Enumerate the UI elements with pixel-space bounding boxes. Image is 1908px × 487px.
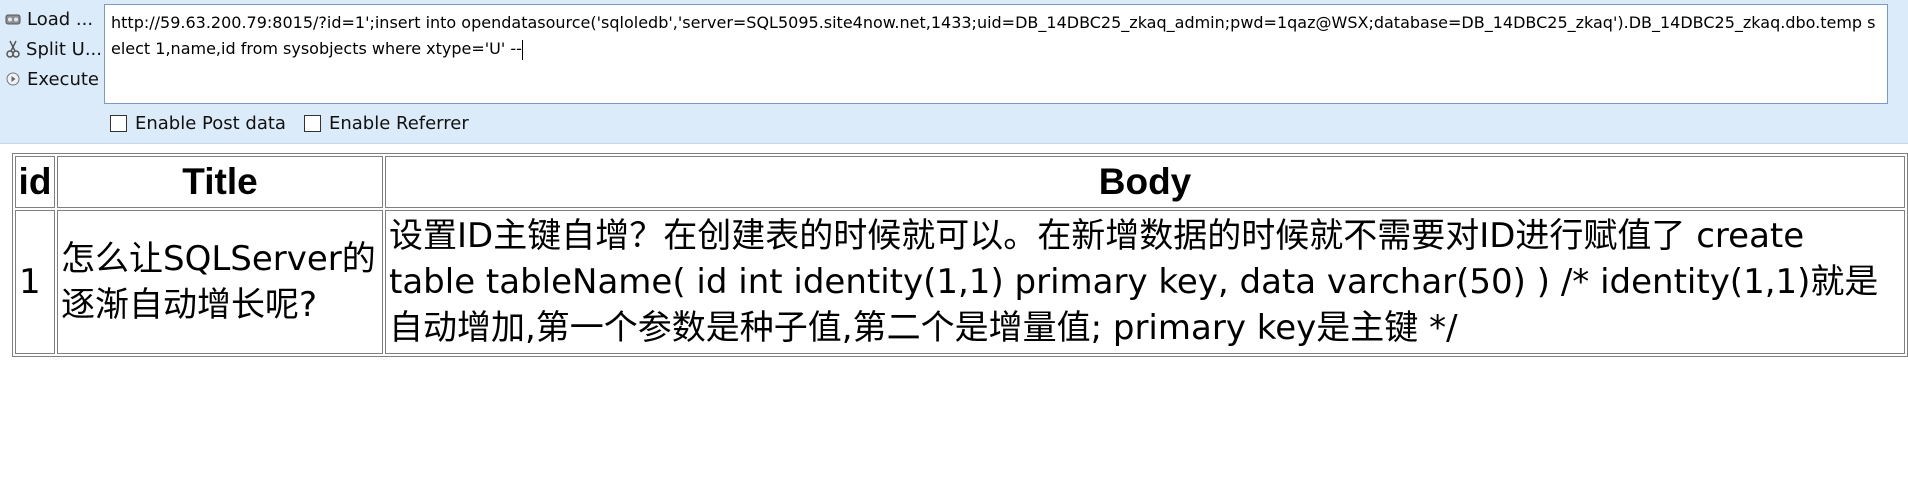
options-row: Enable Post data Enable Referrer xyxy=(110,113,487,134)
column-header-body: Body xyxy=(385,156,1905,208)
play-icon xyxy=(3,69,23,89)
hackbar-side-buttons: Load ... Split U... Execute xyxy=(0,4,102,94)
cell-title: 怎么让SQLServer的逐渐自动增长呢? xyxy=(57,210,383,354)
table-header-row: id Title Body xyxy=(15,156,1905,208)
execute-label: Execute xyxy=(27,68,99,90)
cell-id: 1 xyxy=(15,210,55,354)
result-area: id Title Body 1 怎么让SQLServer的逐渐自动增长呢? 设置… xyxy=(12,153,1908,357)
table-row: 1 怎么让SQLServer的逐渐自动增长呢? 设置ID主键自增？在创建表的时候… xyxy=(15,210,1905,354)
checkbox-box[interactable] xyxy=(110,115,127,132)
load-icon xyxy=(3,9,23,29)
enable-referrer-checkbox[interactable]: Enable Referrer xyxy=(303,113,469,134)
column-header-title: Title xyxy=(57,156,383,208)
execute-button[interactable]: Execute xyxy=(0,64,102,94)
text-caret xyxy=(521,39,523,60)
split-url-button[interactable]: Split U... xyxy=(0,34,102,64)
load-url-button[interactable]: Load ... xyxy=(0,4,102,34)
enable-post-data-label: Enable Post data xyxy=(135,113,286,134)
column-header-id: id xyxy=(15,156,55,208)
scissors-icon xyxy=(3,39,22,59)
split-url-label: Split U... xyxy=(26,38,102,60)
load-url-label: Load ... xyxy=(27,8,94,30)
url-text: http://59.63.200.79:8015/?id=1';insert i… xyxy=(111,13,1876,58)
checkbox-box[interactable] xyxy=(303,115,321,132)
cell-body: 设置ID主键自增？在创建表的时候就可以。在新增数据的时候就不需要对ID进行赋值了… xyxy=(385,210,1905,354)
enable-referrer-label: Enable Referrer xyxy=(328,113,469,134)
url-textarea[interactable]: http://59.63.200.79:8015/?id=1';insert i… xyxy=(104,4,1888,104)
results-table: id Title Body 1 怎么让SQLServer的逐渐自动增长呢? 设置… xyxy=(12,153,1908,357)
enable-post-data-checkbox[interactable]: Enable Post data xyxy=(110,113,286,134)
hackbar-toolbar: Load ... Split U... Execute http://59.63… xyxy=(0,0,1908,144)
